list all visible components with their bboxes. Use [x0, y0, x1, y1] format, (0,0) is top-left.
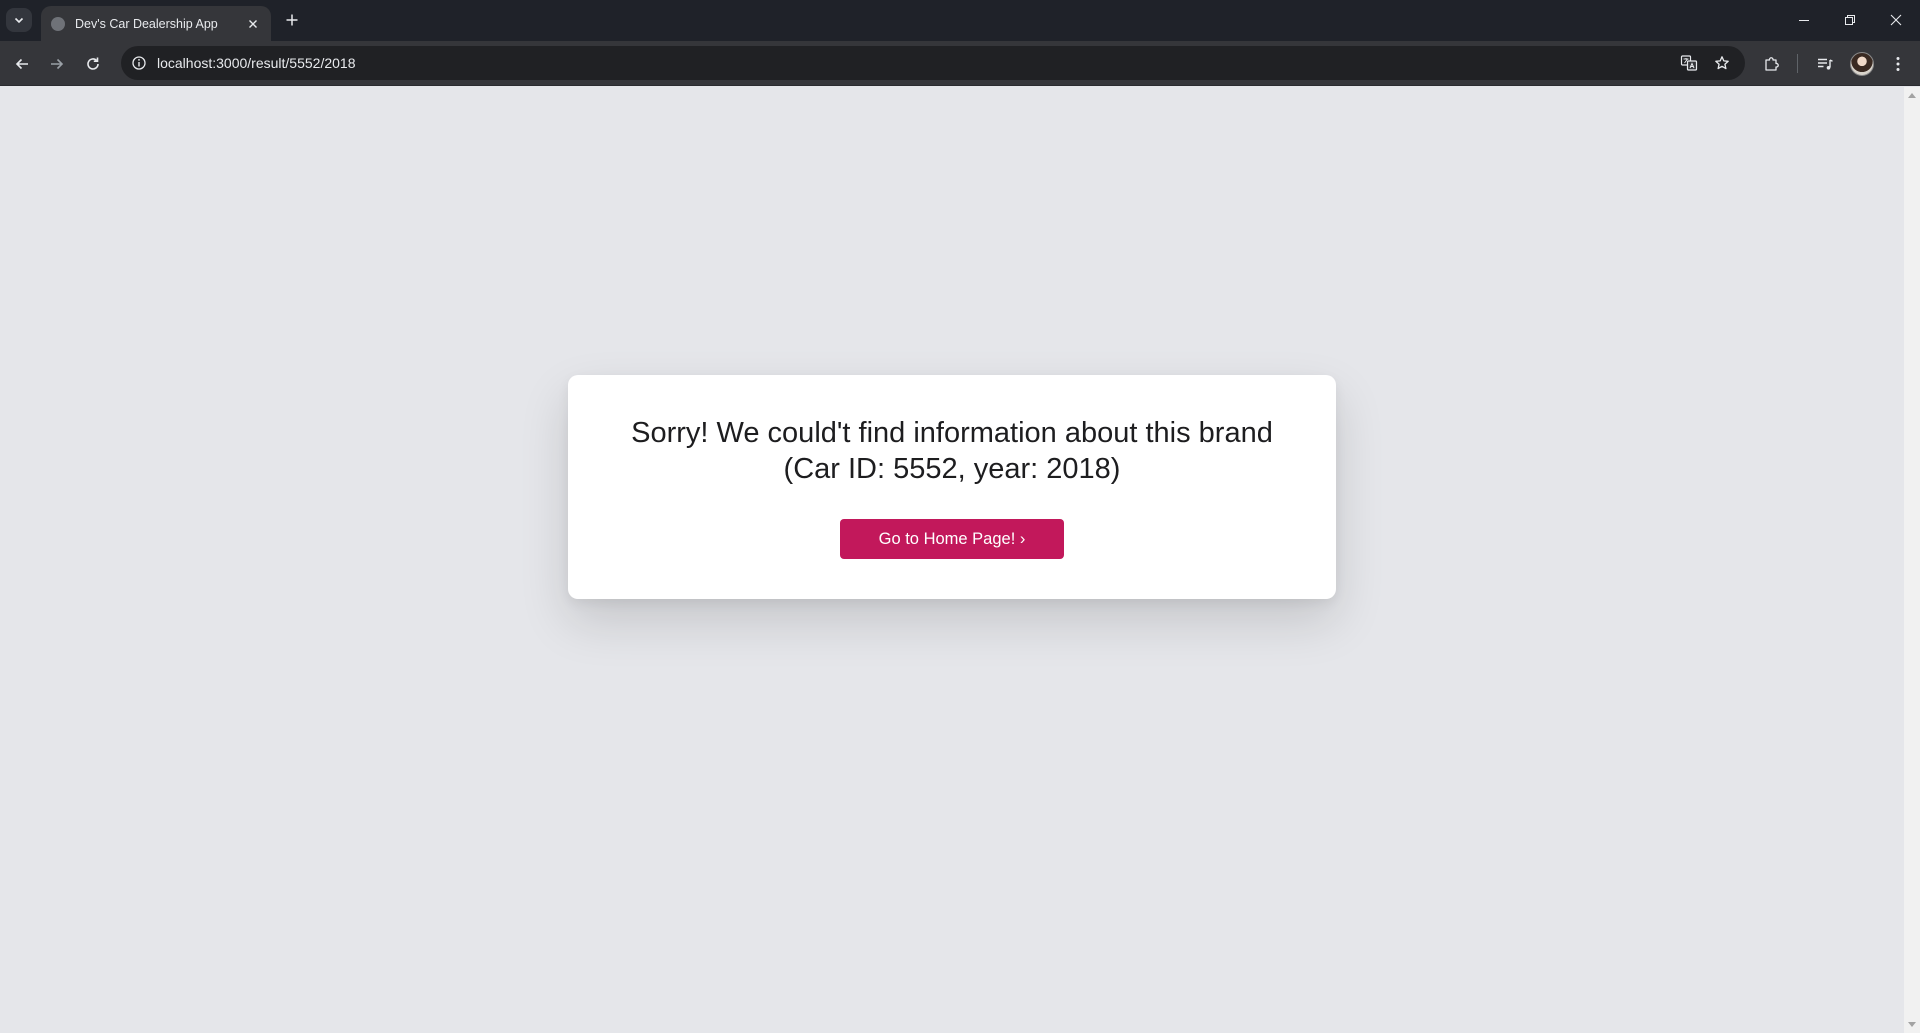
not-found-message: Sorry! We could't find information about… [568, 415, 1336, 487]
toolbar-divider [1797, 54, 1798, 73]
vertical-scrollbar[interactable] [1904, 87, 1920, 1033]
window-close-icon [1890, 14, 1902, 26]
url-text: localhost:3000/result/5552/2018 [157, 55, 356, 71]
reload-button[interactable] [80, 51, 106, 77]
back-button[interactable] [9, 51, 35, 77]
tab-search-button[interactable] [6, 8, 32, 32]
bookmark-button[interactable] [1712, 53, 1732, 73]
site-info-icon [132, 56, 146, 70]
restore-button[interactable] [1836, 8, 1864, 32]
forward-button[interactable] [44, 51, 70, 77]
menu-icon [1896, 57, 1900, 71]
minimize-button[interactable] [1790, 8, 1818, 32]
media-icon [1818, 58, 1833, 70]
media-controls-button[interactable] [1814, 53, 1836, 75]
forward-icon [51, 58, 64, 70]
close-icon [249, 19, 257, 28]
site-info-button[interactable] [129, 53, 149, 73]
chevron-down-icon [14, 17, 24, 24]
active-tab[interactable]: Dev's Car Dealership App [41, 6, 271, 41]
page-viewport: Sorry! We could't find information about… [0, 87, 1904, 1033]
globe-icon [51, 16, 65, 31]
address-bar[interactable]: localhost:3000/result/5552/2018 [121, 46, 1745, 80]
window-close-button[interactable] [1882, 8, 1910, 32]
star-icon [1715, 56, 1729, 70]
not-found-message-line2: (Car ID: 5552, year: 2018) [783, 453, 1121, 485]
scroll-down-arrow-icon[interactable] [1908, 1022, 1916, 1027]
tab-strip: Dev's Car Dealership App [0, 0, 1920, 41]
extensions-icon [1765, 57, 1779, 71]
back-icon [15, 58, 28, 70]
not-found-message-line1: Sorry! We could't find information about… [631, 417, 1273, 449]
restore-icon [1845, 15, 1855, 25]
not-found-card: Sorry! We could't find information about… [568, 375, 1336, 599]
translate-button[interactable] [1679, 53, 1699, 73]
new-tab-button[interactable] [282, 10, 302, 30]
avatar[interactable] [1850, 52, 1874, 76]
browser-toolbar: localhost:3000/result/5552/2018 [0, 41, 1920, 86]
tab-close-button[interactable] [245, 16, 261, 32]
scroll-up-arrow-icon[interactable] [1908, 93, 1916, 98]
tab-title: Dev's Car Dealership App [75, 16, 218, 31]
plus-icon [286, 14, 298, 26]
reload-icon [87, 57, 99, 70]
menu-button[interactable] [1887, 53, 1909, 75]
minimize-icon [1799, 20, 1809, 21]
go-home-button[interactable]: Go to Home Page! › [840, 519, 1064, 559]
extensions-button[interactable] [1761, 53, 1783, 75]
translate-icon [1680, 55, 1698, 71]
